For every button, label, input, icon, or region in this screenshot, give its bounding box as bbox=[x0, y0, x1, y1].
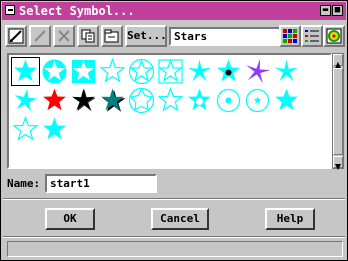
scroll-down-button[interactable] bbox=[333, 156, 343, 170]
symbol-star-in-cyan-circle[interactable] bbox=[40, 57, 69, 86]
window-title: Select Symbol... bbox=[19, 4, 135, 18]
symbol-star-purple-burst[interactable] bbox=[243, 57, 272, 86]
arrow-down-icon bbox=[335, 164, 341, 170]
help-toolbar-button[interactable] bbox=[323, 25, 345, 47]
symbol-star-cyan-outline-3[interactable] bbox=[11, 115, 40, 144]
copy-button[interactable] bbox=[77, 25, 99, 47]
star-icon bbox=[216, 88, 241, 113]
set-button[interactable]: Set... bbox=[125, 25, 167, 47]
star-icon bbox=[275, 88, 298, 111]
symbol-star-outline-in-circle[interactable] bbox=[127, 57, 156, 86]
symbol-star-circle-small[interactable] bbox=[243, 86, 272, 115]
star-icon bbox=[275, 59, 298, 82]
symbol-star-on-cyan-square-1[interactable] bbox=[69, 57, 98, 86]
edit-button[interactable] bbox=[5, 25, 27, 47]
separator bbox=[3, 198, 345, 200]
close-button[interactable]: ■ bbox=[332, 5, 343, 16]
list-view-button[interactable] bbox=[301, 25, 323, 47]
symbol-star-black-shadow[interactable] bbox=[69, 86, 98, 115]
symbol-star-cyan-thin[interactable] bbox=[185, 57, 214, 86]
star-icon bbox=[42, 59, 67, 84]
symbol-star-cyan-filled[interactable] bbox=[11, 57, 40, 86]
star-icon bbox=[245, 88, 270, 113]
system-menu-icon[interactable] bbox=[5, 5, 15, 15]
star-icon bbox=[43, 88, 66, 111]
star-icon bbox=[158, 58, 183, 84]
title-bar[interactable]: Select Symbol... ▬ ■ bbox=[2, 2, 346, 20]
symbol-star-circle-dot[interactable] bbox=[214, 86, 243, 115]
cancel-button[interactable]: Cancel bbox=[151, 208, 209, 230]
star-icon bbox=[99, 57, 126, 83]
symbol-grid bbox=[7, 53, 332, 169]
name-input[interactable]: start1 bbox=[45, 174, 157, 193]
symbol-star-outline-in-square[interactable] bbox=[156, 57, 185, 86]
star-icon bbox=[188, 88, 211, 111]
delete-icon bbox=[34, 30, 46, 42]
star-icon bbox=[72, 60, 95, 83]
star-icon bbox=[101, 88, 126, 112]
star-icon bbox=[128, 58, 155, 85]
star-icon bbox=[72, 88, 96, 112]
scroll-up-button[interactable] bbox=[333, 54, 343, 68]
help-icon bbox=[326, 28, 342, 44]
symbol-set-field[interactable]: Stars bbox=[169, 27, 281, 46]
symbol-star-cyan-filled-2[interactable] bbox=[272, 86, 301, 115]
status-bar bbox=[7, 241, 343, 257]
symbol-star-white-center[interactable] bbox=[185, 86, 214, 115]
select-symbol-dialog: Select Symbol... ▬ ■ Set... Stars Name: … bbox=[0, 0, 348, 261]
help-button[interactable]: Help bbox=[265, 208, 315, 230]
ok-button[interactable]: OK bbox=[45, 208, 95, 230]
star-icon bbox=[12, 115, 39, 141]
copy-icon bbox=[81, 29, 95, 43]
list-view-icon bbox=[305, 30, 319, 42]
symbol-star-red[interactable] bbox=[40, 86, 69, 115]
symbol-star-cyan-outline[interactable] bbox=[98, 57, 127, 86]
open-file-button[interactable] bbox=[101, 25, 123, 47]
star-icon bbox=[14, 59, 37, 82]
symbol-star-cyan-outline-2[interactable] bbox=[156, 86, 185, 115]
clear-button[interactable] bbox=[53, 25, 75, 47]
star-icon bbox=[157, 86, 184, 112]
clear-icon bbox=[58, 30, 70, 42]
symbol-star-cyan-skew[interactable] bbox=[11, 86, 40, 115]
separator bbox=[3, 236, 345, 238]
star-icon bbox=[43, 117, 66, 140]
symbol-star-cyan-filled-3[interactable] bbox=[40, 115, 69, 144]
grid-view-button[interactable] bbox=[279, 25, 301, 47]
minimize-button[interactable]: ▬ bbox=[320, 5, 331, 16]
vertical-scrollbar[interactable] bbox=[332, 53, 344, 170]
grid-view-icon bbox=[283, 29, 297, 43]
symbol-star-cyan-black-dot[interactable] bbox=[214, 57, 243, 86]
star-icon bbox=[246, 58, 271, 84]
edit-icon bbox=[8, 28, 24, 44]
star-icon bbox=[14, 88, 38, 112]
delete-button[interactable] bbox=[29, 25, 51, 47]
folder-icon bbox=[104, 29, 119, 43]
symbol-star-teal-black[interactable] bbox=[98, 86, 127, 115]
symbol-star-pentagon-outline[interactable] bbox=[127, 86, 156, 115]
name-label: Name: bbox=[7, 177, 41, 190]
star-icon bbox=[217, 59, 240, 82]
star-icon bbox=[188, 59, 211, 82]
symbol-star-cyan-thin-2[interactable] bbox=[272, 57, 301, 86]
toolbar: Set... Stars bbox=[3, 22, 345, 52]
star-icon bbox=[128, 87, 155, 114]
scroll-thumb[interactable] bbox=[333, 68, 343, 155]
